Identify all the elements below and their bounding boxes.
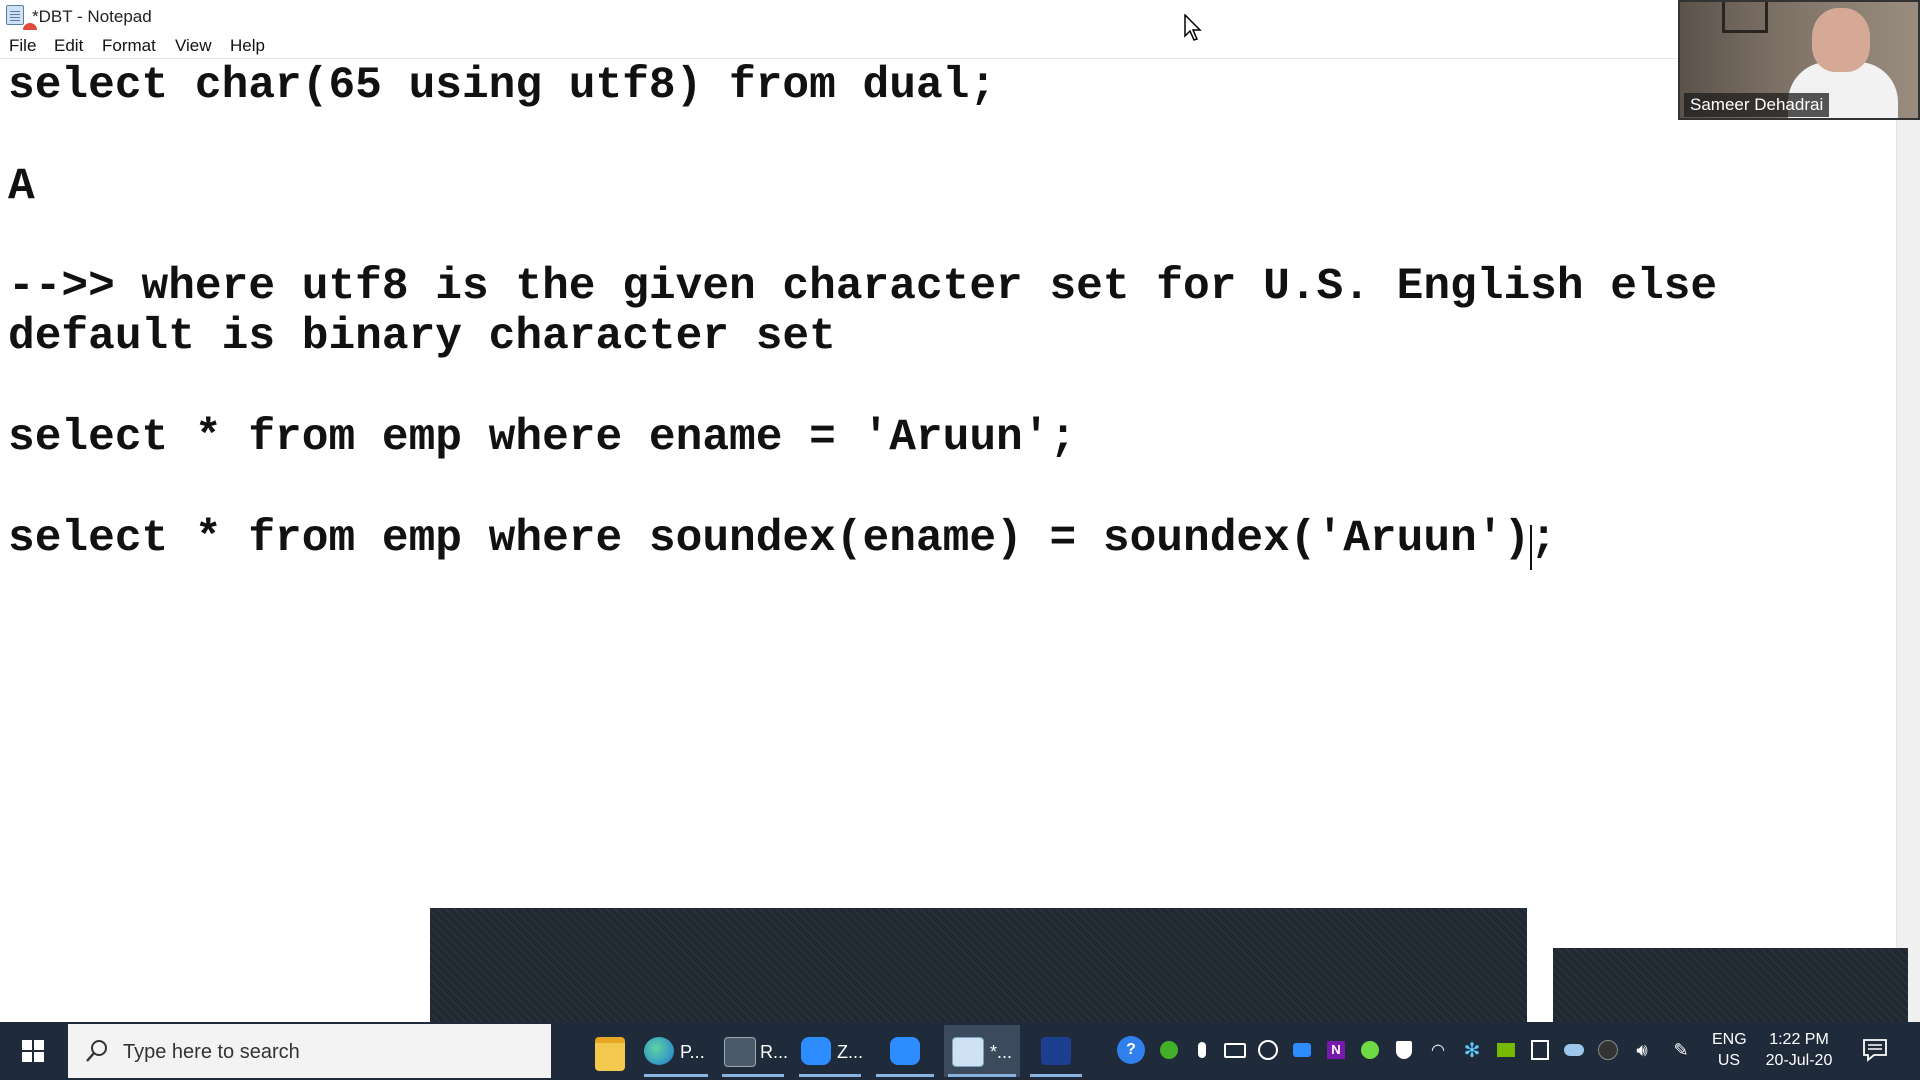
menu-help[interactable]: Help <box>230 36 265 56</box>
file-explorer-icon <box>595 1037 625 1071</box>
vertical-scrollbar[interactable] <box>1896 59 1920 1022</box>
editor-line: select char(65 using utf8) from dual; <box>8 61 997 111</box>
clock-date: 20-Jul-20 <box>1765 1052 1833 1069</box>
stock-chart-icon <box>1041 1037 1071 1065</box>
zoom-icon <box>801 1037 831 1065</box>
edge-icon <box>644 1037 674 1065</box>
editor-line: -->> where utf8 is the given character s… <box>8 262 1718 312</box>
pen-icon[interactable]: ✎ <box>1670 1039 1692 1061</box>
editor-line: A <box>8 162 35 212</box>
zoom-meeting-icon <box>890 1037 920 1065</box>
editor-line: select * from emp where ename = 'Aruun'; <box>8 413 1077 463</box>
microphone-icon[interactable] <box>1191 1039 1213 1061</box>
clock-time: 1:22 PM <box>1769 1031 1829 1048</box>
windows-logo-icon <box>22 1040 44 1062</box>
video-participant-tile[interactable]: Sameer Dehadrai <box>1678 0 1920 120</box>
search-placeholder: Type here to search <box>123 1041 300 1063</box>
volume-icon[interactable]: 🔊︎ <box>1631 1039 1653 1061</box>
search-icon <box>86 1040 107 1062</box>
taskbar-app-label: Z... <box>837 1042 863 1062</box>
running-indicator <box>722 1074 784 1077</box>
cloud-sync-icon[interactable] <box>1563 1039 1585 1061</box>
system-clock[interactable]: 1:22 PM 20-Jul-20 <box>1756 1029 1842 1071</box>
menu-file[interactable]: File <box>9 36 36 56</box>
screen-share-overlay <box>430 908 1527 1022</box>
running-indicator <box>948 1074 1016 1077</box>
editor-line: default is binary character set <box>8 312 836 362</box>
running-indicator <box>1030 1074 1082 1077</box>
wifi-icon[interactable]: ◠ <box>1427 1039 1449 1061</box>
mouse-pointer-icon <box>1184 14 1202 41</box>
taskbar-app-label: P... <box>680 1042 705 1062</box>
taskbar-app-label: *... <box>990 1042 1013 1062</box>
taskbar-app-sql[interactable]: R... <box>718 1025 788 1077</box>
taskbar-app-edge[interactable]: P... <box>640 1025 712 1077</box>
b6-app-icon[interactable] <box>1597 1039 1619 1061</box>
menu-bar: File Edit Format View Help <box>0 30 1920 59</box>
notepad-icon <box>5 4 38 38</box>
editor-line: select * from emp where soundex(ename) =… <box>8 514 1557 564</box>
window-title: *DBT - Notepad <box>32 7 152 26</box>
taskbar: Type here to search P... R... Z... *... … <box>0 1022 1920 1080</box>
onenote-icon[interactable]: N <box>1325 1039 1347 1061</box>
notifications-icon[interactable] <box>1862 1038 1888 1062</box>
taskbar-app-notepad[interactable]: *... <box>944 1025 1020 1077</box>
upwork-icon[interactable] <box>1359 1039 1381 1061</box>
taskbar-app-label: R... <box>760 1042 789 1062</box>
text-editor-area[interactable]: select char(65 using utf8) from dual; A … <box>0 59 1896 1022</box>
menu-edit[interactable]: Edit <box>54 36 83 56</box>
menu-format[interactable]: Format <box>102 36 156 56</box>
sql-icon <box>724 1037 756 1067</box>
security-shield-icon[interactable] <box>1393 1039 1415 1061</box>
taskbar-search-box[interactable]: Type here to search <box>68 1024 551 1078</box>
language-code: ENG <box>1712 1031 1747 1048</box>
screen-share-overlay <box>1553 948 1908 1022</box>
start-button[interactable] <box>0 1022 66 1080</box>
participant-video <box>1812 8 1870 72</box>
menu-view[interactable]: View <box>175 36 212 56</box>
snowflake-icon[interactable]: ✻ <box>1461 1039 1483 1062</box>
notepad-icon <box>952 1037 984 1067</box>
help-icon[interactable]: ? <box>1117 1036 1145 1064</box>
device-icon[interactable] <box>1529 1039 1551 1061</box>
nvidia-icon[interactable] <box>1495 1039 1517 1061</box>
zoom-tray-icon[interactable] <box>1291 1039 1313 1061</box>
text-caret <box>1530 525 1532 570</box>
running-indicator <box>799 1074 861 1077</box>
taskbar-app-zoom[interactable]: Z... <box>795 1025 865 1077</box>
battery-icon[interactable] <box>1224 1039 1246 1061</box>
input-language-indicator[interactable]: ENG US <box>1712 1029 1747 1071</box>
region-code: US <box>1717 1052 1741 1069</box>
taskbar-app-stock-chart[interactable] <box>1026 1025 1086 1077</box>
running-indicator <box>644 1074 708 1077</box>
shield-check-icon[interactable] <box>1158 1039 1180 1061</box>
steam-icon[interactable] <box>1257 1039 1279 1061</box>
taskbar-app-zoom-meeting[interactable] <box>872 1025 938 1077</box>
title-bar: *DBT - Notepad <box>0 0 1920 38</box>
running-indicator <box>876 1074 934 1077</box>
participant-name-label: Sameer Dehadrai <box>1684 93 1830 117</box>
taskbar-app-file-explorer[interactable] <box>590 1025 630 1077</box>
